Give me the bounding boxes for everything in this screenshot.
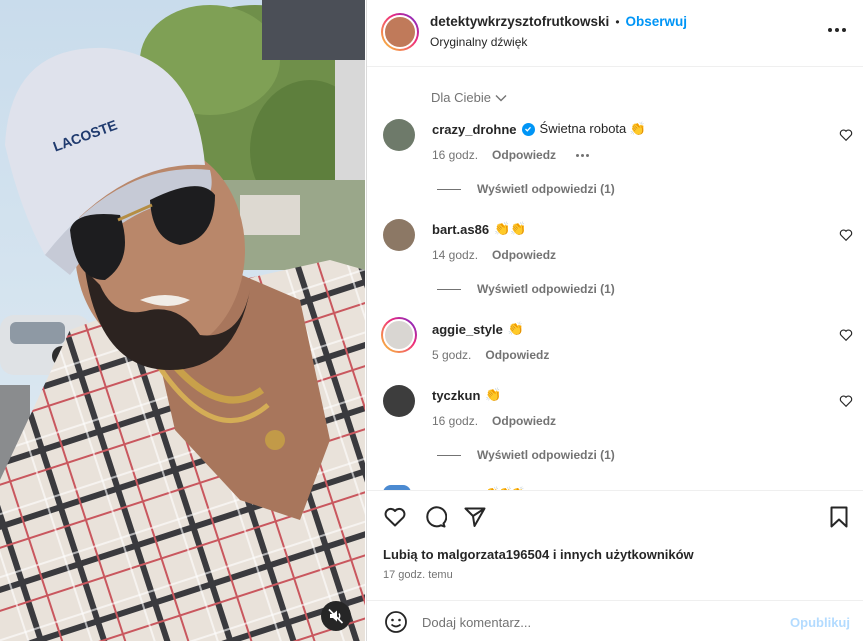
comment-more-icon[interactable] <box>576 153 590 157</box>
commenter-avatar[interactable] <box>383 385 415 417</box>
post-timestamp[interactable]: 17 godz. temu <box>383 569 453 581</box>
post-media[interactable]: LACOSTE <box>0 0 365 641</box>
heart-icon[interactable] <box>839 394 853 408</box>
add-comment-bar: Opublikuj <box>367 600 863 641</box>
comments-list[interactable]: Dla Ciebie crazy_drohne Świetna robota 👏… <box>367 68 863 490</box>
bookmark-save-icon[interactable] <box>827 505 851 529</box>
heart-icon[interactable] <box>839 228 853 242</box>
audio-label[interactable]: Oryginalny dźwięk <box>430 35 527 49</box>
comment-text-line: crazy_drohne Świetna robota 👏 <box>432 121 646 137</box>
author-avatar-image <box>383 15 417 49</box>
comment-bubble-icon[interactable] <box>423 505 447 529</box>
comment-text-line: aggie_style 👏 <box>432 321 524 337</box>
view-replies-label: Wyświetl odpowiedzi (1) <box>477 282 615 296</box>
emoji-icon[interactable] <box>384 610 408 634</box>
commenter-username[interactable]: tyczkun <box>432 388 480 403</box>
likes-user-link[interactable]: malgorzata196504 <box>437 547 549 562</box>
likes-summary: Lubią to malgorzata196504 i innych użytk… <box>383 547 694 562</box>
view-replies-label: Wyświetl odpowiedzi (1) <box>477 182 615 196</box>
comments-filter-dropdown[interactable]: Dla Ciebie <box>431 90 507 105</box>
post-header: detektywkrzysztofrutkowski • Obserwuj Or… <box>367 0 863 67</box>
commenter-avatar[interactable] <box>381 317 417 353</box>
comment-time[interactable]: 5 godz. <box>432 348 471 362</box>
comment-text: 👏 <box>507 321 525 336</box>
post-side-panel: detektywkrzysztofrutkowski • Obserwuj Or… <box>366 0 863 641</box>
reply-button[interactable]: Odpowiedz <box>485 348 549 362</box>
follow-button[interactable]: Obserwuj <box>626 14 688 29</box>
view-replies-button[interactable]: Wyświetl odpowiedzi (1) <box>437 182 615 196</box>
comment-meta: 14 godz. Odpowiedz <box>432 248 556 262</box>
comment-time[interactable]: 16 godz. <box>432 148 478 162</box>
comment-input[interactable] <box>422 608 782 636</box>
view-replies-button[interactable]: Wyświetl odpowiedzi (1) <box>437 282 615 296</box>
view-replies-label: Wyświetl odpowiedzi (1) <box>477 448 615 462</box>
reply-button[interactable]: Odpowiedz <box>492 248 556 262</box>
mute-button[interactable] <box>321 601 351 631</box>
chevron-down-icon <box>495 94 507 101</box>
comment-text: 👏👏 <box>494 221 527 236</box>
dot-separator: • <box>615 14 620 29</box>
author-avatar[interactable] <box>381 13 419 51</box>
comment-text-line: tyczkun 👏 <box>432 387 502 403</box>
author-username[interactable]: detektywkrzysztofrutkowski <box>430 14 609 29</box>
author-line: detektywkrzysztofrutkowski • Obserwuj <box>430 14 687 29</box>
verified-badge-icon <box>521 122 535 136</box>
comment-time[interactable]: 16 godz. <box>432 414 478 428</box>
publish-button[interactable]: Opublikuj <box>790 615 850 630</box>
heart-icon[interactable] <box>839 128 853 142</box>
commenter-avatar[interactable] <box>383 219 415 251</box>
speaker-muted-icon <box>328 608 344 624</box>
comment-meta: 16 godz. Odpowiedz <box>432 414 556 428</box>
comment-text: Świetna robota 👏 <box>539 121 647 136</box>
view-replies-button[interactable]: Wyświetl odpowiedzi (1) <box>437 448 615 462</box>
post-photo: LACOSTE <box>0 0 365 641</box>
comment-meta: 5 godz. Odpowiedz <box>432 348 549 362</box>
heart-icon[interactable] <box>839 328 853 342</box>
comment-meta: 16 godz. Odpowiedz <box>432 148 590 162</box>
more-options-icon[interactable] <box>828 28 846 32</box>
reply-button[interactable]: Odpowiedz <box>492 414 556 428</box>
comment-text-line: bart.as86 👏👏 <box>432 221 526 237</box>
commenter-avatar[interactable] <box>383 119 415 151</box>
comment-text: 👏 <box>485 387 502 402</box>
like-heart-icon[interactable] <box>383 505 407 529</box>
commenter-username[interactable]: aggie_style <box>432 322 503 337</box>
share-send-icon[interactable] <box>463 505 487 529</box>
commenter-username[interactable]: crazy_drohne <box>432 122 517 137</box>
comments-filter-label: Dla Ciebie <box>431 90 491 105</box>
commenter-username[interactable]: bart.as86 <box>432 222 489 237</box>
reply-button[interactable]: Odpowiedz <box>492 148 556 162</box>
comment-time[interactable]: 14 godz. <box>432 248 478 262</box>
likes-suffix[interactable]: i innych użytkowników <box>553 547 694 562</box>
likes-prefix: Lubią to <box>383 547 434 562</box>
